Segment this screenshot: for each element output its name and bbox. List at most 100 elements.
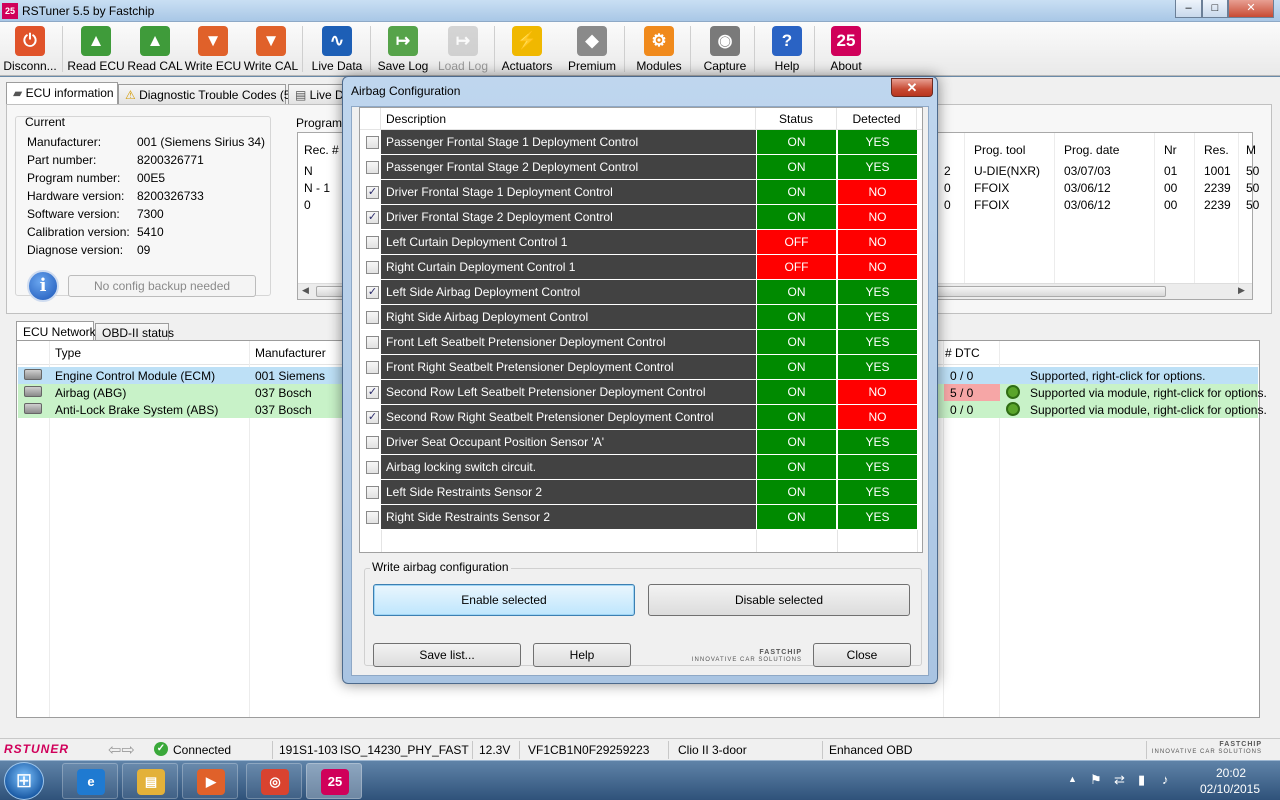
- row-status: ON: [756, 155, 836, 179]
- taskbar-button[interactable]: ▶: [182, 763, 238, 799]
- help-button[interactable]: ? Help: [760, 24, 814, 74]
- write-ecu-button[interactable]: ▼ Write ECU: [184, 24, 242, 74]
- volume-icon[interactable]: ♪: [1162, 772, 1169, 787]
- row-description: Second Row Left Seatbelt Pretensioner De…: [381, 380, 756, 404]
- airbag-row: ✓ Driver Frontal Stage 1 Deployment Contr…: [360, 180, 922, 205]
- disable-selected-button[interactable]: Disable selected: [648, 584, 910, 616]
- tab-label: Diagnostic Trouble Codes (5): [139, 88, 295, 102]
- toolbar-separator: [302, 26, 303, 72]
- close-button[interactable]: Close: [813, 643, 911, 667]
- row-checkbox[interactable]: [366, 511, 379, 524]
- tab-ecu-information[interactable]: ▰ ECU information: [6, 82, 118, 104]
- read-ecu-button[interactable]: ▲ Read ECU: [66, 24, 126, 74]
- info-icon: i: [27, 270, 59, 302]
- row-checkbox[interactable]: [366, 236, 379, 249]
- tab-ecu-network[interactable]: ECU Network: [16, 321, 96, 341]
- vin: VF1CB1N0F29259223: [528, 743, 650, 757]
- maximize-button[interactable]: □: [1202, 0, 1228, 18]
- save-log-button[interactable]: ↦ Save Log: [374, 24, 432, 74]
- row-checkbox[interactable]: ✓: [366, 386, 379, 399]
- row-checkbox[interactable]: [366, 461, 379, 474]
- row-checkbox[interactable]: [366, 486, 379, 499]
- grid-line: [1194, 133, 1195, 283]
- taskbar-button[interactable]: ◎: [246, 763, 302, 799]
- row-description: Second Row Right Seatbelt Pretensioner D…: [381, 405, 756, 429]
- close-window-button[interactable]: ✕: [1228, 0, 1274, 18]
- help-button[interactable]: Help: [533, 643, 631, 667]
- fastchip-brand-bottom: INNOVATIVE CAR SOLUTIONS: [1151, 749, 1262, 755]
- row-description: Right Curtain Deployment Control 1: [381, 255, 756, 279]
- clock-date[interactable]: 02/10/2015: [1190, 782, 1270, 796]
- tab-diagnostic-trouble-codes[interactable]: ⚠ Diagnostic Trouble Codes (5): [118, 84, 295, 104]
- status-column-header[interactable]: Status: [756, 108, 837, 130]
- premium-button[interactable]: ◆ Premium: [562, 24, 622, 74]
- dtc-count: 0 / 0: [950, 403, 974, 417]
- connected-icon: ✓: [154, 742, 168, 756]
- row-checkbox[interactable]: [366, 436, 379, 449]
- chip-read-cal-icon: ▲: [140, 26, 170, 56]
- network-icon[interactable]: ⇄: [1114, 772, 1125, 788]
- row-description: Driver Frontal Stage 2 Deployment Contro…: [381, 205, 756, 229]
- live-data-button[interactable]: ∿ Live Data: [306, 24, 368, 74]
- start-button[interactable]: ⊞: [4, 762, 44, 800]
- row-checkbox[interactable]: [366, 311, 379, 324]
- manufacturer-column-header[interactable]: Manufacturer: [255, 346, 326, 360]
- airbag-row: Right Side Airbag Deployment Control ON YE…: [360, 305, 922, 330]
- row-checkbox[interactable]: [366, 161, 379, 174]
- signal-icon[interactable]: ▮: [1138, 772, 1145, 788]
- row-status: ON: [756, 480, 836, 504]
- write-cal-button[interactable]: ▼ Write CAL: [242, 24, 300, 74]
- row-checkbox[interactable]: [366, 261, 379, 274]
- grid-line: [1154, 133, 1155, 283]
- explorer-icon: ▤: [137, 769, 165, 795]
- row-checkbox[interactable]: [366, 136, 379, 149]
- module-gear-icon: [1006, 385, 1020, 399]
- row-detected: YES: [837, 430, 917, 454]
- tab-live-data[interactable]: ▤ Live D: [288, 84, 350, 104]
- row-checkbox[interactable]: [366, 336, 379, 349]
- ecu-manufacturer: 001 Siemens: [255, 369, 326, 383]
- connection-status: Connected: [173, 743, 232, 757]
- info-label: Manufacturer:: [27, 135, 102, 149]
- taskbar-button[interactable]: ▤: [122, 763, 178, 799]
- taskbar-button[interactable]: 25: [306, 763, 362, 799]
- minimize-button[interactable]: –: [1175, 0, 1202, 18]
- save-list-button[interactable]: Save list...: [373, 643, 521, 667]
- disconn-button[interactable]: ⏻ Disconn...: [2, 24, 58, 74]
- read-cal-button[interactable]: ▲ Read CAL: [126, 24, 184, 74]
- row-checkbox[interactable]: ✓: [366, 211, 379, 224]
- taskbar-button[interactable]: e: [62, 763, 118, 799]
- airbag-row: ✓ Driver Frontal Stage 2 Deployment Contr…: [360, 205, 922, 230]
- tab-obd-ii-status[interactable]: OBD-II status: [95, 323, 174, 341]
- dtc-count: 5 / 0: [950, 386, 974, 400]
- dtc-column-header[interactable]: # DTC: [945, 346, 980, 360]
- config-backup-button[interactable]: No config backup needed: [68, 275, 256, 297]
- enable-selected-button[interactable]: Enable selected: [373, 584, 635, 616]
- modules-button[interactable]: ⚙ Modules: [630, 24, 688, 74]
- flag-icon[interactable]: ⚑: [1090, 772, 1102, 788]
- row-status: OFF: [756, 255, 836, 279]
- scroll-right-icon[interactable]: ▶: [1238, 285, 1245, 296]
- status-separator: [272, 741, 273, 759]
- row-checkbox[interactable]: ✓: [366, 286, 379, 299]
- row-checkbox[interactable]: ✓: [366, 186, 379, 199]
- type-column-header[interactable]: Type: [55, 346, 81, 360]
- description-column-header[interactable]: Description: [381, 108, 756, 130]
- row-checkbox[interactable]: ✓: [366, 411, 379, 424]
- capture-button[interactable]: ◉ Capture: [696, 24, 754, 74]
- airbag-row: ✓ Left Side Airbag Deployment Control ON YE…: [360, 280, 922, 305]
- row-checkbox[interactable]: [366, 361, 379, 374]
- row-description: Passenger Frontal Stage 2 Deployment Con…: [381, 155, 756, 179]
- chip-write-cal-icon: ▼: [256, 26, 286, 56]
- info-label: Hardware version:: [27, 189, 125, 203]
- tray-expand-icon[interactable]: ▲: [1068, 774, 1077, 784]
- toolbar-label: Actuators: [501, 59, 553, 73]
- about-button[interactable]: 25 About: [818, 24, 874, 74]
- scroll-left-icon[interactable]: ◀: [302, 285, 309, 296]
- toolbar-label: Save Log: [377, 59, 429, 73]
- detected-column-header[interactable]: Detected: [837, 108, 917, 130]
- clock-time[interactable]: 20:02: [1196, 766, 1266, 780]
- airbag-row: Airbag locking switch circuit. ON YES: [360, 455, 922, 480]
- dialog-close-icon[interactable]: ✕: [891, 78, 933, 97]
- actuators-button[interactable]: ⚡ Actuators: [500, 24, 554, 74]
